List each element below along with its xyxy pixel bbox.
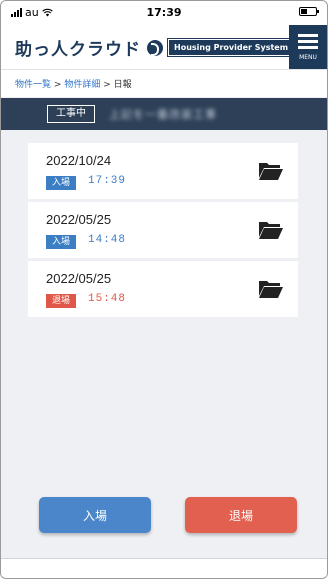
report-time: 14:48 [88, 234, 127, 246]
folder-open-icon[interactable] [258, 279, 284, 299]
logo-mark-icon [147, 39, 163, 56]
report-row[interactable]: 2022/05/25 退場 15:48 [28, 261, 298, 317]
folder-open-icon[interactable] [258, 220, 284, 240]
project-name: 上記を一番改装工事 [109, 108, 217, 121]
project-bar: 工事中 上記を一番改装工事 [1, 98, 327, 130]
report-date: 2022/05/25 [46, 271, 112, 286]
menu-label: MENU [299, 53, 317, 61]
breadcrumb-property-detail[interactable]: 物件詳細 [64, 80, 100, 90]
clock: 17:39 [146, 6, 182, 19]
logo-tag: Housing Provider System [166, 38, 296, 57]
logo-text: 助っ人クラウド [15, 40, 141, 60]
breadcrumb-current: 日報 [113, 80, 132, 90]
report-row[interactable]: 2022/05/25 入場 14:48 [28, 202, 298, 258]
exit-button[interactable]: 退場 [185, 497, 297, 533]
hamburger-icon-line [298, 45, 318, 49]
report-type-badge: 入場 [46, 235, 76, 249]
menu-button[interactable]: MENU [289, 25, 327, 69]
hamburger-icon-line [298, 39, 318, 43]
report-date: 2022/10/24 [46, 153, 112, 168]
report-list: 2022/10/24 入場 17:39 2022/05/25 入場 14:48 … [28, 143, 298, 320]
app-logo[interactable]: 助っ人クラウド Housing Provider System [15, 35, 296, 60]
status-bar: au 17:39 [1, 1, 327, 25]
report-time: 17:39 [88, 175, 127, 187]
bottom-bar [1, 558, 327, 578]
battery-icon [299, 7, 319, 16]
report-time: 15:48 [88, 293, 127, 305]
report-type-badge: 入場 [46, 176, 76, 190]
report-type-badge: 退場 [46, 294, 76, 308]
breadcrumb-separator: > [103, 80, 111, 90]
report-date: 2022/05/25 [46, 212, 112, 227]
hamburger-icon-line [298, 33, 318, 37]
breadcrumb-separator: > [53, 80, 62, 90]
breadcrumb: 物件一覧 > 物件詳細 > 日報 [1, 69, 327, 97]
phone-screen: au 17:39 助っ人クラウド Housing Provider System… [0, 0, 328, 579]
breadcrumb-property-list[interactable]: 物件一覧 [15, 80, 51, 90]
project-status-badge: 工事中 [47, 105, 95, 123]
app-header: 助っ人クラウド Housing Provider System MENU [1, 25, 327, 69]
enter-button[interactable]: 入場 [39, 497, 151, 533]
report-row[interactable]: 2022/10/24 入場 17:39 [28, 143, 298, 199]
folder-open-icon[interactable] [258, 161, 284, 181]
